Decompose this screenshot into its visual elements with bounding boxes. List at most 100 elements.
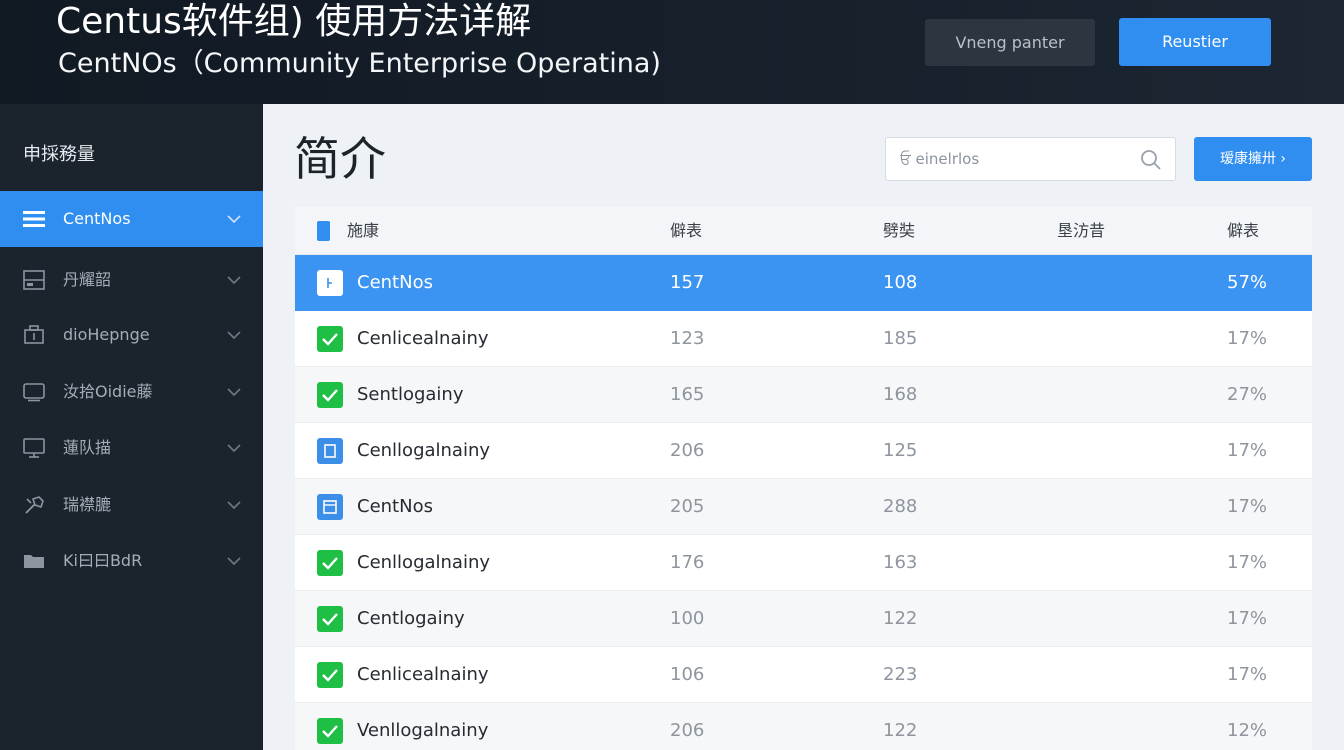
check-icon [322, 557, 338, 570]
chevron-down-icon [227, 388, 241, 397]
table-row[interactable]: Cenlicealnainy 123 185 17% [295, 311, 1312, 367]
sidebar-item-label: 丹耀韶 [63, 270, 112, 289]
column-header-4[interactable]: 僻表 [1227, 207, 1259, 255]
row-value-1: 206 [670, 720, 705, 741]
checkbox-checked[interactable] [317, 662, 343, 688]
row-value-2: 185 [883, 328, 918, 349]
primary-header-button[interactable]: Reustier [1119, 18, 1271, 66]
sidebar-item-2[interactable]: 丹耀韶 [0, 252, 263, 308]
chevron-down-icon [227, 215, 241, 224]
row-value-1: 106 [670, 664, 705, 685]
row-value-1: 157 [670, 272, 705, 293]
row-icon[interactable] [317, 270, 343, 296]
row-value-1: 123 [670, 328, 705, 349]
row-percent: 17% [1227, 552, 1268, 573]
tools-icon [25, 496, 44, 514]
checkbox-checked[interactable] [317, 550, 343, 576]
data-table: 施康 僻表 劈奘 垦汸昔 僻表 CentNos 157 108 57% Cenl… [295, 207, 1312, 750]
sidebar-item-label: dioHepnge [63, 325, 150, 344]
app-header: Centus软件组) 使用方法详解 CentNOs（Community Ente… [0, 0, 1344, 104]
checkbox-checked[interactable] [317, 326, 343, 352]
terminal-icon [23, 383, 45, 402]
row-name: CentNos [357, 496, 433, 517]
row-percent: 17% [1227, 496, 1268, 517]
table-row[interactable]: Centlogainy 100 122 17% [295, 591, 1312, 647]
row-value-2: 125 [883, 440, 918, 461]
window-icon [323, 500, 337, 514]
check-icon [322, 725, 338, 738]
menu-icon [23, 211, 45, 227]
row-name: Centlogainy [357, 608, 465, 629]
row-name: Cenlicealnainy [357, 664, 489, 685]
chevron-down-icon [227, 501, 241, 510]
table-header: 施康 僻表 劈奘 垦汸昔 僻表 [295, 207, 1312, 255]
table-row[interactable]: Cenllogalnainy 176 163 17% [295, 535, 1312, 591]
check-icon [322, 669, 338, 682]
row-value-2: 168 [883, 384, 918, 405]
sidebar-item-4[interactable]: 汝拾Oidie藤 [0, 364, 263, 420]
column-header-2[interactable]: 劈奘 [883, 207, 915, 255]
sidebar-item-label: 蓮队描 [63, 438, 112, 457]
row-name: Venllogalnainy [357, 720, 489, 741]
sidebar-item-label: 汝拾Oidie藤 [63, 382, 153, 401]
secondary-header-button[interactable]: Vneng panter [925, 19, 1095, 66]
row-value-1: 205 [670, 496, 705, 517]
row-value-1: 165 [670, 384, 705, 405]
table-row[interactable]: Cenllogalnainy 206 125 17% [295, 423, 1312, 479]
checkbox-checked[interactable] [317, 382, 343, 408]
check-icon [322, 333, 338, 346]
sidebar-item-centnos[interactable]: CentNos [0, 191, 263, 247]
sidebar-item-label: Ki曰曰BdR [63, 551, 143, 570]
monitor-icon [23, 438, 45, 458]
row-percent: 17% [1227, 664, 1268, 685]
server-icon [23, 270, 45, 290]
section-title: 简介 [294, 132, 386, 186]
search-input[interactable] [900, 138, 1130, 180]
row-name: Sentlogainy [357, 384, 464, 405]
file-box[interactable] [317, 494, 343, 520]
row-percent: 27% [1227, 384, 1268, 405]
check-icon [322, 389, 338, 402]
table-row[interactable]: Cenlicealnainy 106 223 17% [295, 647, 1312, 703]
search-box [885, 137, 1176, 181]
column-icon [317, 221, 330, 241]
checkbox-checked[interactable] [317, 718, 343, 744]
table-row[interactable]: Sentlogainy 165 168 27% [295, 367, 1312, 423]
next-button[interactable]: 瑷康擁卅 › [1194, 137, 1312, 181]
row-value-1: 176 [670, 552, 705, 573]
chevron-down-icon [227, 444, 241, 453]
sidebar-item-6[interactable]: 瑞襟膔 [0, 477, 263, 533]
row-value-2: 223 [883, 664, 918, 685]
row-percent: 17% [1227, 328, 1268, 349]
row-value-2: 122 [883, 720, 918, 741]
sidebar-item-label: 瑞襟膔 [63, 495, 112, 514]
page-title: Centus软件组) 使用方法详解 [56, 1, 532, 42]
page-subtitle: CentNOs（Community Enterprise Operatina) [58, 48, 661, 79]
search-icon[interactable] [1140, 149, 1162, 171]
file-box[interactable] [317, 438, 343, 464]
row-percent: 12% [1227, 720, 1268, 741]
row-value-1: 206 [670, 440, 705, 461]
column-header-1[interactable]: 僻表 [670, 207, 702, 255]
checkbox-checked[interactable] [317, 606, 343, 632]
chevron-down-icon [227, 557, 241, 566]
column-header-name[interactable]: 施康 [347, 207, 379, 255]
row-value-2: 288 [883, 496, 918, 517]
row-name: Cenllogalnainy [357, 440, 491, 461]
check-icon [322, 613, 338, 626]
table-row-selected[interactable]: CentNos 157 108 57% [295, 255, 1312, 311]
row-value-2: 163 [883, 552, 918, 573]
column-header-3[interactable]: 垦汸昔 [1057, 207, 1105, 255]
sidebar-item-5[interactable]: 蓮队描 [0, 420, 263, 476]
package-icon [24, 325, 44, 344]
sidebar-item-label: CentNos [63, 209, 131, 228]
sidebar-item-7[interactable]: Ki曰曰BdR [0, 533, 263, 589]
table-row[interactable]: Venllogalnainy 206 122 12% [295, 703, 1312, 750]
row-name: CentNos [357, 272, 433, 293]
sidebar-heading: 申採務量 [23, 144, 95, 165]
row-name: Cenllogalnainy [357, 552, 491, 573]
sidebar-item-3[interactable]: dioHepnge [0, 307, 263, 363]
play-icon [327, 278, 332, 288]
table-row[interactable]: CentNos 205 288 17% [295, 479, 1312, 535]
row-value-2: 108 [883, 272, 918, 293]
